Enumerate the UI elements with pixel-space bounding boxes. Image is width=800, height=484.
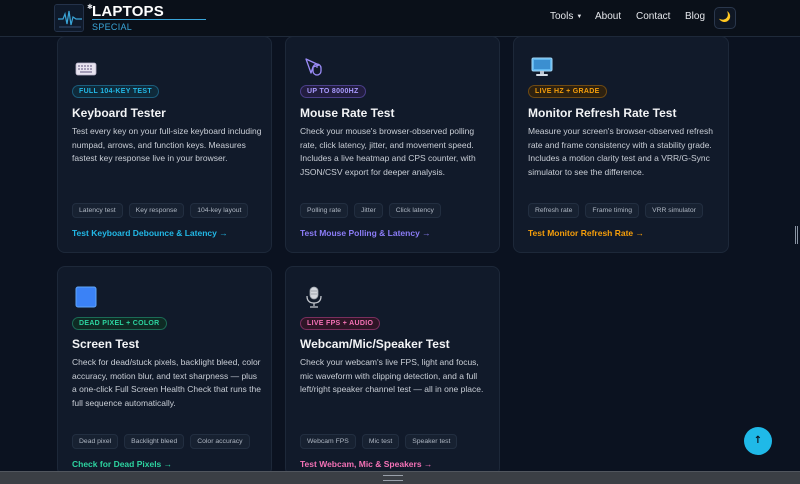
card-description: Check your mouse's browser-observed poll… (300, 126, 476, 177)
moon-icon: 🌙 (718, 12, 732, 23)
card-badge: LIVE FPS + AUDIO (300, 317, 381, 330)
tool-card-webcam[interactable]: LIVE FPS + AUDIO Webcam/Mic/Speaker Test… (285, 266, 500, 476)
tag: Polling rate (300, 203, 349, 218)
tool-card-mouse[interactable]: UP TO 8000HZ Mouse Rate Test Check your … (285, 36, 500, 253)
tag: Webcam FPS (300, 434, 356, 449)
logo-waveform-icon (55, 5, 83, 31)
nav-contact[interactable]: Contact (636, 11, 670, 22)
tag: Frame timing (585, 203, 640, 218)
tag: 104-key layout (190, 203, 249, 218)
card-badge: UP TO 8000HZ (300, 85, 366, 98)
tool-card-monitor[interactable]: LIVE HZ + GRADE Monitor Refresh Rate Tes… (513, 36, 729, 253)
card-title: Screen Test (72, 337, 140, 351)
resize-grip-icon[interactable] (795, 226, 798, 244)
tool-card-screen[interactable]: DEAD PIXEL + COLOR Screen Test Check for… (57, 266, 272, 476)
card-title: Keyboard Tester (72, 106, 166, 120)
site-header: ✱ LAPTOPS SPECIAL Tools ▼ About Contact B… (0, 0, 800, 37)
card-link-screen[interactable]: Check for Dead Pixels → (72, 459, 172, 469)
nav-tools-label: Tools (550, 11, 574, 22)
blue-square-icon (74, 285, 98, 309)
card-tags: Polling rate Jitter Click latency (300, 203, 441, 218)
tag: Click latency (388, 203, 441, 218)
card-description: Check for dead/stuck pixels, backlight b… (72, 357, 261, 408)
card-link-webcam[interactable]: Test Webcam, Mic & Speakers → (300, 459, 432, 469)
nav-about[interactable]: About (595, 11, 621, 22)
card-link-keyboard[interactable]: Test Keyboard Debounce & Latency → (72, 228, 228, 238)
tag: Refresh rate (528, 203, 580, 218)
chevron-down-icon: ▼ (576, 14, 583, 20)
arrow-up-icon: ↑ (753, 435, 763, 446)
tool-card-keyboard[interactable]: FULL 104-KEY TEST Keyboard Tester Test e… (57, 36, 272, 253)
site-logo[interactable] (54, 4, 84, 32)
card-description: Check your webcam's live FPS, light and … (300, 357, 484, 395)
card-title: Mouse Rate Test (300, 106, 395, 120)
card-link-monitor[interactable]: Test Monitor Refresh Rate → (528, 228, 644, 238)
brand-underline (92, 19, 206, 20)
brand-title[interactable]: LAPTOPS (92, 3, 164, 20)
card-tags: Dead pixel Backlight bleed Color accurac… (72, 434, 250, 449)
tag: Speaker test (405, 434, 458, 449)
tag: Dead pixel (72, 434, 119, 449)
monitor-icon (530, 55, 554, 79)
card-description: Measure your screen's browser-observed r… (528, 126, 713, 177)
tag: Mic test (361, 434, 400, 449)
card-badge: FULL 104-KEY TEST (72, 85, 159, 98)
scroll-to-top-button[interactable]: ↑ (744, 427, 772, 455)
nav-blog[interactable]: Blog (685, 11, 705, 22)
theme-toggle-button[interactable]: 🌙 (714, 7, 736, 29)
card-title: Monitor Refresh Rate Test (528, 106, 677, 120)
microphone-icon (302, 285, 326, 309)
mouse-icon (302, 55, 326, 79)
tag: Backlight bleed (124, 434, 185, 449)
nav-tools[interactable]: Tools ▼ (550, 11, 582, 22)
tag: Jitter (354, 203, 383, 218)
card-tags: Latency test Key response 104-key layout (72, 203, 249, 218)
tag: Latency test (72, 203, 123, 218)
card-badge: DEAD PIXEL + COLOR (72, 317, 167, 330)
bottom-panel-bar (0, 471, 800, 484)
keyboard-icon (74, 57, 98, 81)
drag-handle-icon[interactable] (383, 475, 403, 481)
card-title: Webcam/Mic/Speaker Test (300, 337, 450, 351)
card-link-mouse[interactable]: Test Mouse Polling & Latency → (300, 228, 431, 238)
tag: VRR simulator (645, 203, 703, 218)
card-tags: Refresh rate Frame timing VRR simulator (528, 203, 703, 218)
card-description: Test every key on your full-size keyboar… (72, 126, 262, 164)
tag: Key response (128, 203, 185, 218)
tag: Color accuracy (190, 434, 250, 449)
card-badge: LIVE HZ + GRADE (528, 85, 607, 98)
card-tags: Webcam FPS Mic test Speaker test (300, 434, 458, 449)
brand-subtitle: SPECIAL (92, 22, 133, 32)
